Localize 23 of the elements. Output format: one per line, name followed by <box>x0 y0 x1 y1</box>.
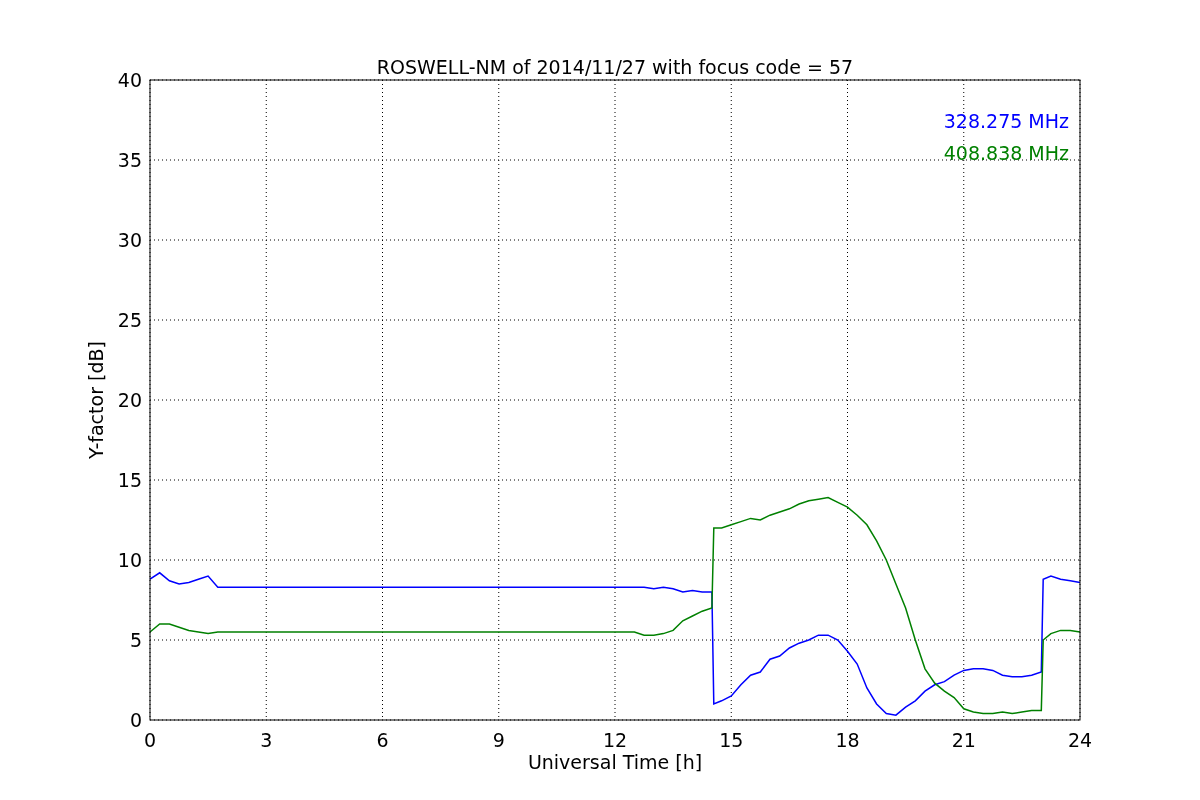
y-tick-label: 30 <box>117 229 142 251</box>
y-tick-label: 0 <box>129 709 142 731</box>
x-tick-label: 15 <box>719 729 744 751</box>
y-tick-label: 5 <box>129 629 142 651</box>
x-tick-label: 9 <box>492 729 505 751</box>
x-tick-label: 6 <box>376 729 389 751</box>
y-tick-label: 20 <box>117 389 142 411</box>
legend-label: 408.838 MHz <box>943 142 1069 164</box>
x-tick-label: 18 <box>835 729 860 751</box>
y-tick-label: 10 <box>117 549 142 571</box>
y-tick-label: 35 <box>117 149 142 171</box>
y-tick-label: 25 <box>117 309 142 331</box>
x-tick-label: 12 <box>602 729 628 751</box>
y-tick-label: 15 <box>117 469 142 491</box>
y-axis-label: Y-factor [dB] <box>85 341 107 459</box>
x-tick-label: 3 <box>260 729 273 751</box>
x-tick-label: 21 <box>951 729 976 751</box>
x-axis-label: Universal Time [h] <box>527 751 703 773</box>
chart-title: ROSWELL-NM of 2014/11/27 with focus code = 57 <box>376 56 854 78</box>
x-tick-label: 0 <box>143 729 157 751</box>
y-tick-label: 40 <box>117 69 142 91</box>
x-tick-label: 24 <box>1067 729 1093 751</box>
legend-label: 328.275 MHz <box>943 110 1069 132</box>
